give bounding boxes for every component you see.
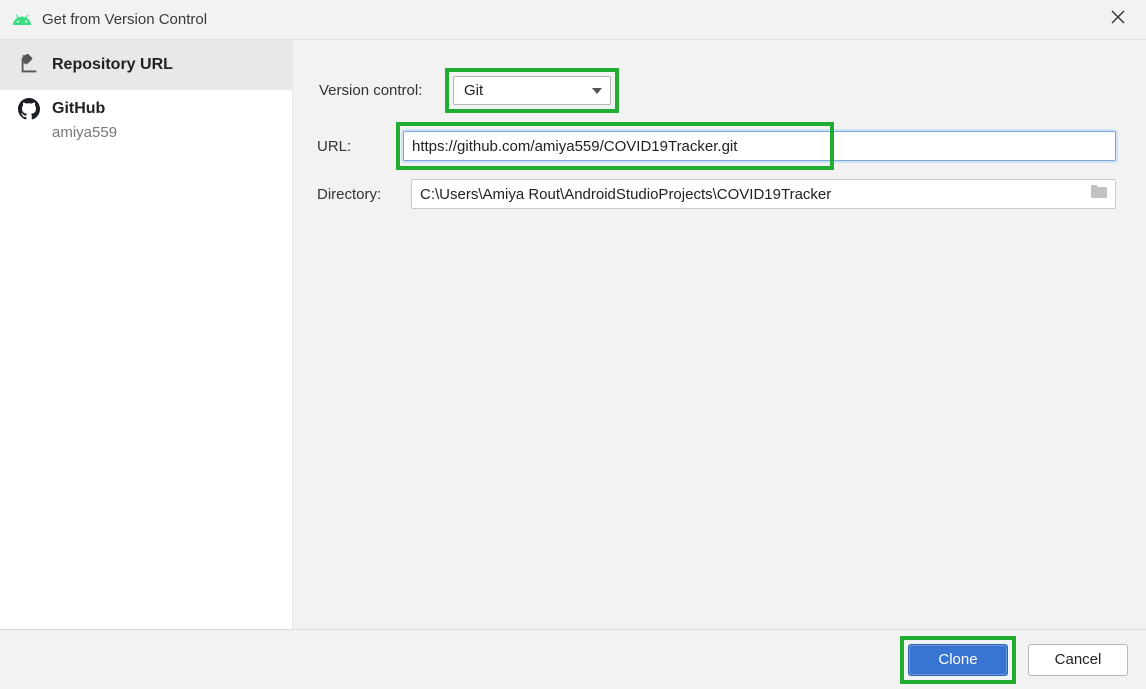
directory-input[interactable] <box>411 179 1116 209</box>
version-control-label: Version control: <box>319 82 439 99</box>
close-button[interactable] <box>1102 4 1134 35</box>
version-control-row: Version control: Git <box>319 68 1116 113</box>
dialog-title: Get from Version Control <box>42 11 207 28</box>
main-panel: Version control: Git URL: Directory: <box>293 40 1146 629</box>
version-control-highlight: Git <box>445 68 619 113</box>
chevron-down-icon <box>592 88 602 94</box>
version-control-dropdown[interactable]: Git <box>453 76 611 105</box>
sidebar: Repository URL GitHub amiya559 <box>0 40 293 629</box>
browse-folder-button[interactable] <box>1090 185 1108 204</box>
clone-button[interactable]: Clone <box>908 644 1008 676</box>
sidebar-github-label: GitHub <box>52 98 117 120</box>
dialog-body: Repository URL GitHub amiya559 Version c… <box>0 40 1146 629</box>
repository-url-icon <box>18 54 40 76</box>
url-input[interactable] <box>403 131 1116 161</box>
url-row: URL: <box>317 131 1116 161</box>
folder-icon <box>1090 185 1108 199</box>
sidebar-github-username: amiya559 <box>52 124 117 141</box>
sidebar-repository-url-label: Repository URL <box>52 56 173 74</box>
close-icon <box>1110 9 1126 25</box>
directory-row: Directory: <box>317 179 1116 209</box>
dialog-footer: Clone Cancel <box>0 629 1146 689</box>
cancel-button[interactable]: Cancel <box>1028 644 1128 676</box>
directory-label: Directory: <box>317 186 409 203</box>
version-control-value: Git <box>464 82 483 99</box>
clone-highlight: Clone <box>900 636 1016 684</box>
url-label: URL: <box>317 138 403 155</box>
sidebar-item-github[interactable]: GitHub amiya559 <box>0 90 292 147</box>
titlebar: Get from Version Control <box>0 0 1146 40</box>
github-icon <box>18 98 40 120</box>
sidebar-item-repository-url[interactable]: Repository URL <box>0 40 292 90</box>
android-icon <box>12 10 32 30</box>
